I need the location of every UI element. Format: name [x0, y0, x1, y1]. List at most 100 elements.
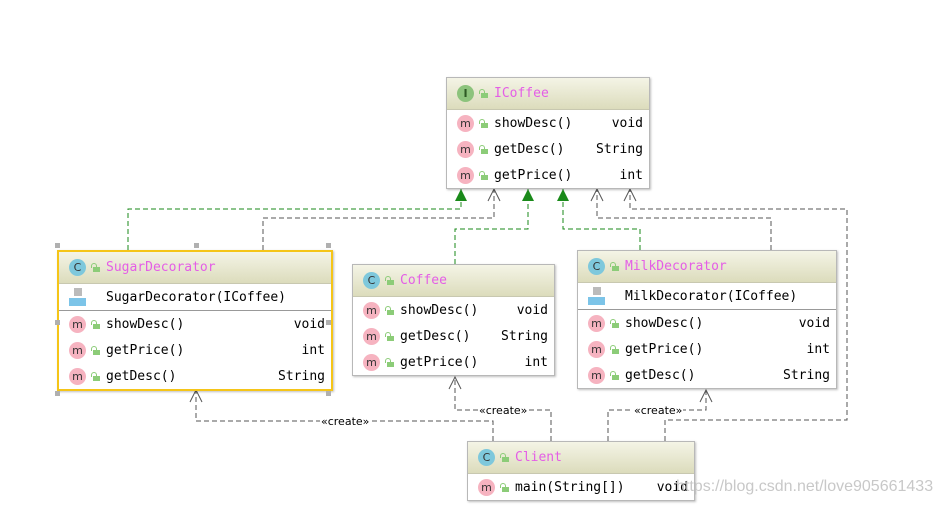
- method-row[interactable]: m getDesc() String: [353, 323, 554, 349]
- method-icon: m: [69, 367, 86, 385]
- constructor-row[interactable]: SugarDecorator(ICoffee): [59, 284, 331, 310]
- selection-handle[interactable]: [326, 320, 331, 325]
- selection-handle[interactable]: [55, 391, 60, 396]
- method-return-type: void: [611, 115, 643, 131]
- method-return-type: int: [301, 342, 325, 358]
- class-icon: C: [478, 449, 495, 466]
- public-lock-icon: [385, 276, 394, 285]
- class-icoffee[interactable]: I ICoffee m showDesc() void m getDesc() …: [446, 77, 650, 189]
- method-row[interactable]: m getPrice() int: [59, 337, 331, 363]
- method-row[interactable]: m showDesc() void: [59, 311, 331, 337]
- class-icon: C: [588, 258, 605, 275]
- constructor-signature: SugarDecorator(ICoffee): [106, 289, 287, 305]
- method-icon: m: [363, 327, 380, 345]
- method-signature: getDesc(): [106, 368, 177, 384]
- create-label-coffee: «create»: [478, 404, 529, 417]
- constructor-icon: [588, 287, 605, 305]
- realization-arrowhead-icon: [455, 189, 467, 201]
- method-icon: m: [457, 140, 474, 158]
- class-coffee[interactable]: C Coffee m showDesc() void m getDesc() S…: [352, 264, 555, 376]
- method-row[interactable]: m getPrice() int: [353, 349, 554, 375]
- realization-arrowhead-icon: [522, 189, 534, 201]
- method-return-type: int: [524, 354, 548, 370]
- class-name: Coffee: [400, 273, 447, 288]
- method-signature: getDesc(): [400, 328, 471, 344]
- class-header[interactable]: I ICoffee: [447, 78, 649, 110]
- method-signature: getDesc(): [625, 367, 696, 383]
- public-lock-icon: [479, 118, 488, 128]
- method-signature: getPrice(): [106, 342, 185, 358]
- class-name: MilkDecorator: [625, 259, 727, 274]
- method-signature: main(String[]): [515, 479, 625, 495]
- method-icon: m: [69, 341, 86, 359]
- create-label-milk: «create»: [633, 404, 684, 417]
- method-icon: m: [363, 353, 380, 371]
- realization-arrowhead-icon: [557, 189, 569, 201]
- method-row[interactable]: m getDesc() String: [447, 136, 649, 162]
- method-row[interactable]: m showDesc() void: [578, 310, 836, 336]
- method-signature: getPrice(): [494, 167, 573, 183]
- public-lock-icon: [500, 453, 509, 462]
- selection-handle[interactable]: [55, 320, 60, 325]
- milk-uses-icoffee-edge[interactable]: [596, 189, 772, 250]
- constructor-row[interactable]: MilkDecorator(ICoffee): [578, 283, 836, 309]
- public-lock-icon: [385, 331, 394, 341]
- public-lock-icon: [610, 344, 619, 354]
- public-lock-icon: [385, 357, 394, 367]
- method-signature: showDesc(): [625, 315, 704, 331]
- class-sugar-decorator[interactable]: C SugarDecorator SugarDecorator(ICoffee) …: [57, 250, 333, 391]
- method-signature: getPrice(): [400, 354, 479, 370]
- class-name: ICoffee: [494, 86, 549, 101]
- method-signature: getDesc(): [494, 141, 565, 157]
- selection-handle[interactable]: [55, 243, 60, 248]
- method-row[interactable]: m main(String[]) void: [468, 474, 694, 500]
- public-lock-icon: [479, 144, 488, 154]
- method-row[interactable]: m getDesc() String: [578, 362, 836, 388]
- class-header[interactable]: C Client: [468, 442, 694, 474]
- class-icon: C: [69, 259, 86, 276]
- method-return-type: void: [798, 315, 830, 331]
- method-return-type: String: [501, 328, 548, 344]
- public-lock-icon: [610, 318, 619, 328]
- public-lock-icon: [385, 305, 394, 315]
- public-lock-icon: [479, 170, 488, 180]
- method-return-type: int: [619, 167, 643, 183]
- method-return-type: void: [293, 316, 325, 332]
- method-icon: m: [588, 314, 605, 332]
- class-milk-decorator[interactable]: C MilkDecorator MilkDecorator(ICoffee) m …: [577, 250, 837, 389]
- method-return-type: String: [596, 141, 643, 157]
- public-lock-icon: [479, 89, 488, 98]
- class-icon: C: [363, 272, 380, 289]
- method-return-type: String: [278, 368, 325, 384]
- constructor-icon: [69, 288, 86, 306]
- sugar-implements-icoffee-edge[interactable]: [127, 189, 462, 250]
- public-lock-icon: [610, 262, 619, 271]
- method-icon: m: [457, 114, 474, 132]
- class-name: Client: [515, 450, 562, 465]
- method-icon: m: [457, 166, 474, 184]
- class-header[interactable]: C Coffee: [353, 265, 554, 297]
- method-signature: getPrice(): [625, 341, 704, 357]
- public-lock-icon: [610, 370, 619, 380]
- class-header[interactable]: C SugarDecorator: [59, 252, 331, 284]
- method-row[interactable]: m showDesc() void: [353, 297, 554, 323]
- public-lock-icon: [91, 345, 100, 355]
- public-lock-icon: [91, 263, 100, 272]
- method-row[interactable]: m getDesc() String: [59, 363, 331, 389]
- class-header[interactable]: C MilkDecorator: [578, 251, 836, 283]
- public-lock-icon: [91, 371, 100, 381]
- method-return-type: int: [806, 341, 830, 357]
- method-return-type: void: [516, 302, 548, 318]
- selection-handle[interactable]: [326, 391, 331, 396]
- selection-handle[interactable]: [326, 243, 331, 248]
- method-row[interactable]: m getPrice() int: [578, 336, 836, 362]
- class-name: SugarDecorator: [106, 260, 216, 275]
- method-signature: showDesc(): [106, 316, 185, 332]
- class-client[interactable]: C Client m main(String[]) void: [467, 441, 695, 501]
- public-lock-icon: [91, 319, 100, 329]
- method-row[interactable]: m showDesc() void: [447, 110, 649, 136]
- method-row[interactable]: m getPrice() int: [447, 162, 649, 188]
- selection-handle[interactable]: [194, 243, 199, 248]
- method-return-type: String: [783, 367, 830, 383]
- method-icon: m: [69, 315, 86, 333]
